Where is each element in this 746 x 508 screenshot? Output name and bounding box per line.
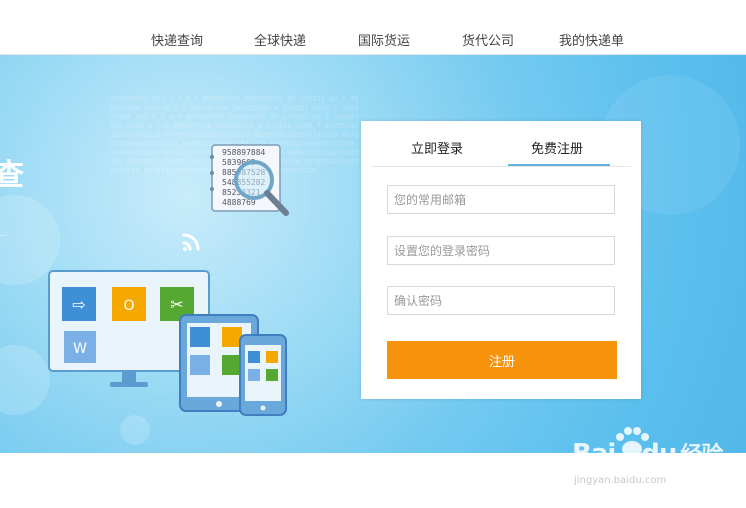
hero-subtitle-fragment: ..	[0, 228, 7, 239]
nav-item-international-freight[interactable]: 国际货运	[358, 30, 410, 49]
tab-login[interactable]: 立即登录	[411, 138, 463, 157]
register-button[interactable]: 注册	[387, 341, 617, 379]
nav-item-my-waybills[interactable]: 我的快递单	[559, 30, 624, 49]
nav-item-forwarder-companies[interactable]: 货代公司	[462, 30, 514, 49]
password-field[interactable]	[387, 236, 615, 265]
active-tab-indicator	[508, 164, 610, 166]
wifi-icon	[182, 233, 200, 251]
tab-register[interactable]: 免费注册	[531, 138, 583, 157]
svg-text:✂: ✂	[170, 295, 183, 314]
svg-text:W: W	[73, 341, 87, 357]
nav-item-express-query[interactable]: 快递查询	[151, 30, 203, 49]
svg-text:⇨: ⇨	[72, 295, 85, 314]
confirm-password-field[interactable]	[387, 286, 615, 315]
email-field[interactable]	[387, 185, 615, 214]
nav-item-global-express[interactable]: 全球快递	[254, 30, 306, 49]
baidu-jingyan-watermark: Bai du 经验 jingyan.baidu.com	[572, 425, 732, 495]
paper-line: 958897884	[222, 148, 266, 157]
watermark-brand: Bai du 经验	[572, 439, 723, 469]
hero-title-fragment: 查	[0, 158, 24, 193]
panel-tabs: 立即登录 免费注册	[371, 121, 631, 167]
svg-text:O: O	[123, 298, 134, 314]
login-register-panel: 立即登录 免费注册 注册	[361, 121, 641, 399]
devices-illustration: 958897884 5839605 885987528 548855282 85…	[48, 144, 289, 416]
top-nav: 快递查询 全球快递 国际货运 货代公司 我的快递单	[0, 0, 746, 55]
phone-icon	[239, 334, 287, 416]
watermark-url: jingyan.baidu.com	[574, 475, 667, 486]
